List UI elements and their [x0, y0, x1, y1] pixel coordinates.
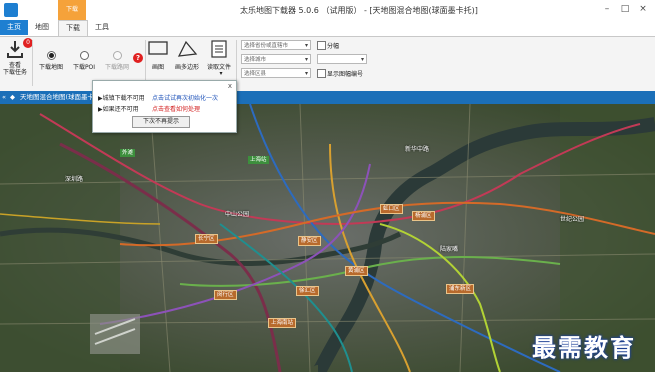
popup-close-icon[interactable]: x	[226, 82, 234, 90]
province-select[interactable]: 选择省份或直辖市	[241, 40, 311, 50]
tile-size-select[interactable]	[317, 54, 367, 64]
download-road-radio[interactable]	[113, 51, 122, 60]
download-road-label: 下载路网	[104, 64, 129, 71]
reinitialize-link[interactable]: 点击试试再次初始化一次	[152, 93, 218, 102]
current-map-source: 天地图混合地图(球面墨卡托)	[20, 93, 104, 101]
ribbon-divider	[32, 40, 33, 86]
subdivide-label: 分幅	[327, 43, 340, 50]
title-context-tab[interactable]: 下载	[58, 0, 86, 20]
collapse-icon[interactable]: «	[2, 92, 6, 103]
map-district-tag: 长宁区	[195, 234, 218, 244]
maximize-icon[interactable]: □	[618, 2, 632, 16]
app-logo-icon	[4, 3, 18, 17]
map-road-tag: 外滩	[120, 149, 136, 157]
map-label: 中山公园	[225, 211, 250, 218]
map-district-tag: 黄浦区	[345, 266, 368, 276]
show-tile-number-label: 显示图幅编号	[327, 71, 364, 78]
popup-line2-text: ▶如果还不可用	[98, 106, 139, 113]
polygon-icon	[177, 40, 198, 57]
help-icon[interactable]: ?	[133, 53, 143, 63]
watermark: 最需教育	[532, 333, 636, 362]
map-label: 新华中路	[405, 146, 430, 153]
map-district-tag: 杨浦区	[412, 211, 435, 221]
download-tasks-label: 查看 下载任务	[2, 62, 27, 76]
how-to-fix-link[interactable]: 点击查看如何处理	[152, 104, 200, 113]
draw-polygon-button[interactable]	[176, 40, 198, 58]
draw-polygon-label: 画多边形	[174, 64, 199, 71]
file-icon	[211, 40, 227, 58]
download-tasks-button[interactable]	[6, 40, 24, 60]
draw-rectangle-button[interactable]	[148, 40, 168, 56]
show-tile-number-checkbox[interactable]	[317, 69, 326, 78]
read-file-button[interactable]	[210, 40, 228, 58]
map-view[interactable]: 深圳路 新华中路 中山公园 长宁区 静安区 黄浦区 虹口区 杨浦区 徐汇区 浦东…	[0, 104, 655, 372]
tab-download[interactable]: 下载	[58, 20, 88, 36]
window-title: 太乐地图下载器 5.0.6 （试用版） - [天地图混合地图(球面墨卡托)]	[240, 6, 478, 15]
district-select[interactable]: 选择区县	[241, 68, 311, 78]
map-label: 深圳路	[65, 176, 84, 183]
tab-map[interactable]: 地图	[30, 20, 54, 35]
map-district-tag: 静安区	[298, 236, 321, 246]
download-map-label: 下载地图	[38, 64, 63, 71]
tab-home[interactable]: 主页	[0, 20, 28, 35]
dont-show-again-button[interactable]: 下次不再提示	[132, 116, 190, 128]
city-select[interactable]: 选择城市	[241, 54, 311, 64]
download-poi-radio[interactable]	[80, 51, 89, 60]
download-map-radio[interactable]	[47, 51, 56, 60]
map-district-tag: 浦东新区	[446, 284, 475, 294]
download-poi-label: 下载POI	[72, 64, 96, 71]
popup-line1-text: ▶城镇下载不可用	[98, 95, 145, 102]
map-label: 陆家嘴	[440, 246, 459, 253]
draw-rectangle-label: 画图	[151, 64, 164, 71]
map-district-tag: 上海南站	[268, 318, 297, 328]
map-road-tag: 上海站	[248, 156, 269, 164]
close-icon[interactable]: ×	[636, 2, 650, 16]
read-file-dropdown-icon[interactable]: ▾	[216, 70, 226, 77]
layer-icon: ◆	[10, 93, 15, 101]
map-label: 世纪公园	[560, 216, 585, 223]
minimize-icon[interactable]: –	[600, 2, 614, 16]
tab-tools[interactable]: 工具	[90, 20, 114, 35]
download-icon	[7, 41, 23, 58]
rectangle-icon	[148, 41, 168, 55]
map-district-tag: 徐汇区	[296, 286, 319, 296]
map-district-tag: 虹口区	[380, 204, 403, 214]
subdivide-checkbox[interactable]	[317, 41, 326, 50]
map-district-tag: 闵行区	[214, 290, 237, 300]
